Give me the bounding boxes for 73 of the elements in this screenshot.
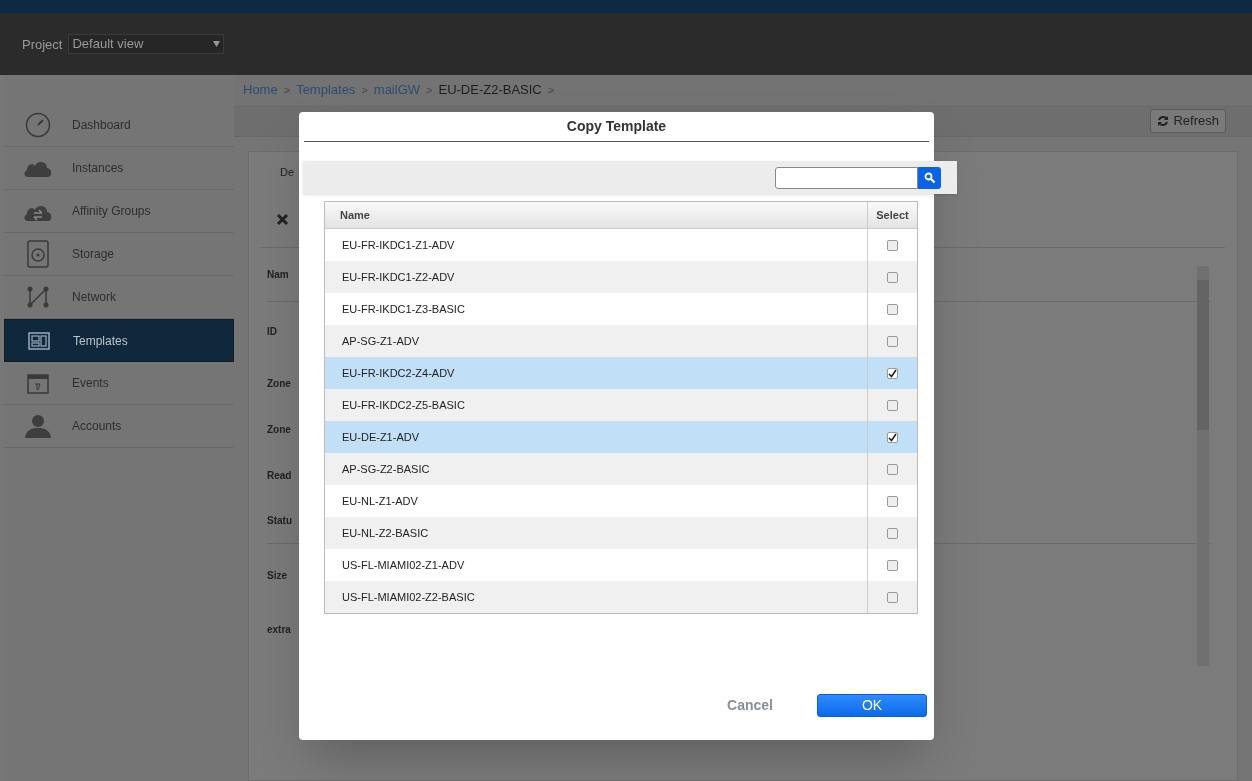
breadcrumb-separator: > — [283, 82, 291, 98]
refresh-icon — [1157, 114, 1170, 127]
network-icon — [27, 286, 49, 308]
refresh-button[interactable]: Refresh — [1150, 108, 1226, 133]
search-icon — [923, 171, 936, 184]
checkbox[interactable] — [887, 271, 898, 283]
breadcrumb-separator: > — [361, 82, 368, 98]
checkbox[interactable] — [887, 431, 898, 443]
checkbox[interactable] — [887, 559, 898, 571]
table-row[interactable]: EU-FR-IKDC2-Z5-BASIC — [325, 389, 917, 421]
field-label: Zone — [267, 376, 291, 391]
column-header: Name — [339, 207, 371, 223]
table-cell-text: EU-FR-IKDC1-Z1-ADV — [341, 237, 456, 253]
sidebar-item[interactable]: Templates — [4, 319, 234, 362]
table-row[interactable]: AP-SG-Z1-ADV — [325, 325, 917, 357]
table-cell-text: EU-FR-IKDC1-Z2-ADV — [341, 269, 456, 285]
dialog-title: Copy Template — [304, 112, 929, 142]
ok-button[interactable]: OK — [817, 694, 927, 717]
field-label: ID — [267, 324, 277, 339]
checkbox[interactable] — [887, 367, 898, 379]
table-row[interactable]: US-FL-MIAMI02-Z2-BASIC — [325, 581, 917, 613]
sidebar-item[interactable]: Affinity Groups — [4, 190, 234, 233]
checkbox[interactable] — [887, 239, 898, 251]
column-header: Select — [867, 202, 917, 228]
table-cell-text: AP-SG-Z1-ADV — [341, 333, 420, 349]
table-cell-text: EU-NL-Z1-ADV — [341, 493, 419, 509]
check-icon — [888, 432, 897, 442]
table-cell-text: EU-FR-IKDC1-Z3-BASIC — [341, 301, 466, 317]
checkbox[interactable] — [887, 463, 898, 475]
field-label: Size — [267, 568, 287, 583]
sidebar-item[interactable]: Instances — [4, 147, 234, 190]
table-cell-text: US-FL-MIAMI02-Z2-BASIC — [341, 589, 476, 605]
dropdown-caret-icon — [213, 41, 221, 47]
person-icon — [24, 414, 52, 438]
field-label: Statu — [267, 514, 292, 528]
close-icon[interactable] — [276, 213, 289, 226]
project-select[interactable]: Default view — [68, 34, 225, 54]
project-label: Project — [22, 36, 63, 55]
check-icon — [888, 368, 897, 378]
search-button[interactable] — [918, 166, 941, 189]
checkbox[interactable] — [887, 591, 898, 603]
checkbox[interactable] — [887, 399, 898, 411]
table-row[interactable]: AP-SG-Z2-BASIC — [325, 453, 917, 485]
breadcrumb-separator: > — [547, 82, 555, 98]
table-cell-text: US-FL-MIAMI02-Z1-ADV — [341, 557, 466, 573]
field-label: Read — [267, 468, 292, 483]
checkbox[interactable] — [887, 495, 898, 507]
table-row[interactable]: EU-NL-Z2-BASIC — [325, 517, 917, 549]
table-row[interactable]: EU-FR-IKDC2-Z4-ADV — [325, 357, 917, 389]
table-row[interactable]: EU-DE-Z1-ADV — [325, 421, 917, 453]
checkbox[interactable] — [887, 335, 898, 347]
cancel-button[interactable]: Cancel — [723, 695, 777, 716]
template-icon — [28, 331, 50, 350]
details-tab[interactable]: De — [280, 163, 295, 181]
sidebar-item[interactable]: Storage — [4, 233, 234, 276]
table-row[interactable]: EU-FR-IKDC1-Z2-ADV — [325, 261, 917, 293]
table-cell-text: EU-FR-IKDC2-Z4-ADV — [341, 365, 456, 381]
table-cell-text: EU-NL-Z2-BASIC — [341, 525, 430, 541]
field-label: Zone — [267, 422, 291, 437]
field-label: extra — [267, 622, 291, 637]
checkbox[interactable] — [887, 303, 898, 315]
table-cell-text: EU-DE-Z1-ADV — [341, 429, 420, 445]
sidebar-item[interactable]: Accounts — [4, 405, 234, 448]
table-cell-text: AP-SG-Z2-BASIC — [341, 461, 431, 477]
sidebar-item[interactable]: Events — [4, 362, 234, 405]
gauge-icon — [25, 112, 51, 138]
field-label: Nam — [267, 268, 289, 282]
breadcrumb-separator: > — [426, 82, 433, 98]
checkbox[interactable] — [887, 527, 898, 539]
table-cell-text: EU-FR-IKDC2-Z5-BASIC — [341, 397, 466, 413]
search-field[interactable] — [775, 166, 918, 189]
breadcrumb-current: EU-DE-Z2-BASIC — [438, 81, 542, 100]
calendar-icon — [27, 372, 49, 394]
